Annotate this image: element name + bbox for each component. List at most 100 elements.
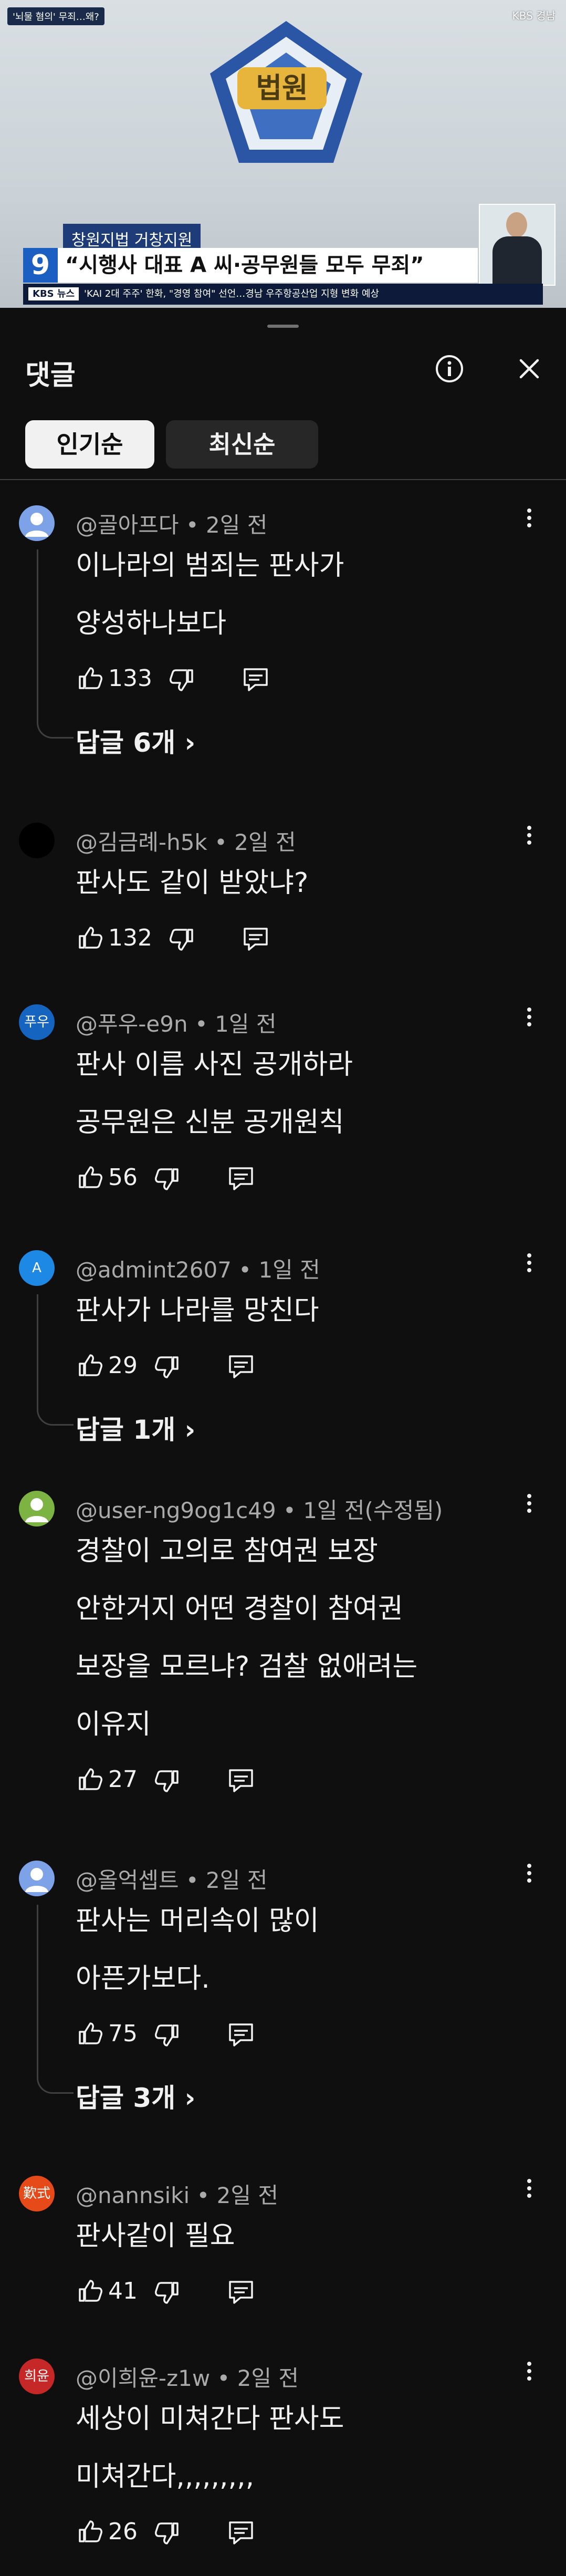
video-topic-badge: '뇌물 혐의' 무죄…왜? xyxy=(7,7,104,25)
thread-connector xyxy=(37,2066,74,2094)
comment-author[interactable]: @올억셉트 xyxy=(76,1867,179,1893)
dislike-icon[interactable] xyxy=(153,1165,182,1193)
like-icon[interactable] xyxy=(76,664,104,692)
comment-time: 2일 전 xyxy=(234,829,296,855)
more-options-icon[interactable] xyxy=(523,823,536,854)
thread-line xyxy=(37,1905,38,2066)
comment-meta: @올억셉트 • 2일 전 xyxy=(76,1863,267,1895)
video-player[interactable]: '뇌물 혐의' 무죄…왜? KBS 경남 법원 창원지법 거창지원 9 “시행사… xyxy=(0,0,566,308)
comment-text-line: 판사는 머리속이 많이 xyxy=(76,1905,319,1937)
comment-text-line: 양성하나보다 xyxy=(76,608,227,639)
dislike-icon[interactable] xyxy=(153,1767,182,1795)
avatar[interactable]: 푸우 xyxy=(19,1004,55,1040)
reply-icon[interactable] xyxy=(227,1766,255,1794)
reply-icon[interactable] xyxy=(242,665,270,693)
news-caption: 창원지법 거창지원 9 “시행사 대표 A 씨·공무원들 모두 무죄” KBS … xyxy=(0,221,566,308)
thread-line xyxy=(37,1294,38,1398)
close-icon[interactable] xyxy=(513,353,545,385)
comment-meta: @admint2607 • 1일 전 xyxy=(76,1252,320,1284)
thread-line xyxy=(37,549,38,711)
comment-text-line: 공무원은 신분 공개원칙 xyxy=(76,1107,344,1138)
like-icon[interactable] xyxy=(76,2517,104,2546)
comment-meta: @김금례-h5k • 2일 전 xyxy=(76,825,296,857)
meta-separator: • xyxy=(207,829,235,855)
like-count: 27 xyxy=(108,1766,138,1793)
reply-icon[interactable] xyxy=(227,2020,255,2049)
comment-text-line: 보장을 모르냐? 검찰 없애려는 xyxy=(76,1651,418,1682)
like-count: 56 xyxy=(108,1164,138,1191)
more-options-icon[interactable] xyxy=(523,1250,536,1282)
like-count: 29 xyxy=(108,1352,138,1379)
like-icon[interactable] xyxy=(76,2019,104,2048)
avatar[interactable] xyxy=(19,505,55,541)
comment-text-line: 판사 이름 사진 공개하라 xyxy=(76,1049,353,1081)
comment-time: 2일 전 xyxy=(237,2365,299,2391)
court-label: 법원 xyxy=(237,67,327,109)
sort-popular-chip[interactable]: 인기순 xyxy=(25,420,154,469)
comment-text-line: 경찰이 고의로 참여권 보장 xyxy=(76,1535,378,1567)
comment-author[interactable]: @푸우-e9n xyxy=(76,1011,188,1037)
like-icon[interactable] xyxy=(76,1163,104,1191)
comments-title: 댓글 xyxy=(25,360,76,391)
view-replies-button[interactable]: 답글 3개 › xyxy=(76,2077,195,2115)
more-options-icon[interactable] xyxy=(523,1491,536,1522)
comment-meta: @이희윤-z1w • 2일 전 xyxy=(76,2361,299,2393)
reply-icon[interactable] xyxy=(242,925,270,953)
ticker-text: 'KAI 2대 주주' 한화, "경영 참여" 선언…경남 우주항공산업 지형 … xyxy=(84,288,379,299)
comment-text-line: 판사같이 필요 xyxy=(76,2220,235,2252)
meta-separator: • xyxy=(276,1498,303,1523)
reply-icon[interactable] xyxy=(227,2278,255,2306)
comment-author[interactable]: @nannsiki xyxy=(76,2183,190,2208)
reply-icon[interactable] xyxy=(227,2518,255,2547)
reply-icon[interactable] xyxy=(227,1164,255,1192)
more-options-icon[interactable] xyxy=(523,2359,536,2390)
comment-time: 2일 전 xyxy=(216,2183,278,2208)
dislike-icon[interactable] xyxy=(168,926,196,954)
comment-actions: 29 xyxy=(76,1351,370,1383)
reply-icon[interactable] xyxy=(227,1352,255,1380)
like-icon[interactable] xyxy=(76,1765,104,1793)
like-icon[interactable] xyxy=(76,1351,104,1379)
more-options-icon[interactable] xyxy=(523,1861,536,1892)
comment-time: 2일 전 xyxy=(206,1867,268,1893)
comment-actions: 75 xyxy=(76,2019,370,2051)
more-options-icon[interactable] xyxy=(523,2176,536,2207)
comment-time: 1일 전(수정됨) xyxy=(303,1498,443,1523)
like-icon[interactable] xyxy=(76,923,104,952)
avatar[interactable] xyxy=(19,823,55,858)
channel-watermark: KBS 경남 xyxy=(512,9,555,22)
comment-time: 1일 전 xyxy=(215,1011,277,1037)
comment-text-line: 이유지 xyxy=(76,1709,151,1740)
avatar[interactable]: 歎式 xyxy=(19,2176,55,2211)
comment-author[interactable]: @골아프다 xyxy=(76,512,179,538)
meta-separator: • xyxy=(210,2365,237,2391)
comment-author[interactable]: @user-ng9og1c49 xyxy=(76,1498,276,1523)
dislike-icon[interactable] xyxy=(153,1353,182,1382)
comment-actions: 41 xyxy=(76,2277,370,2308)
like-count: 132 xyxy=(108,925,152,951)
avatar[interactable]: 희윤 xyxy=(19,2359,55,2394)
dislike-icon[interactable] xyxy=(153,2279,182,2307)
sort-newest-chip[interactable]: 최신순 xyxy=(166,420,318,469)
ticker-label: KBS 뉴스 xyxy=(28,287,79,300)
view-replies-button[interactable]: 답글 1개 › xyxy=(76,1409,195,1447)
comment-author[interactable]: @admint2607 xyxy=(76,1257,232,1283)
comment-time: 1일 전 xyxy=(258,1257,320,1283)
comment-actions: 56 xyxy=(76,1163,370,1194)
more-options-icon[interactable] xyxy=(523,505,536,537)
avatar[interactable] xyxy=(19,1491,55,1526)
dislike-icon[interactable] xyxy=(153,2021,182,2050)
like-icon[interactable] xyxy=(76,2277,104,2305)
view-replies-button[interactable]: 답글 6개 › xyxy=(76,722,195,760)
meta-separator: • xyxy=(190,2183,217,2208)
info-icon[interactable] xyxy=(434,353,465,385)
drag-handle[interactable] xyxy=(267,325,299,328)
dislike-icon[interactable] xyxy=(168,666,196,694)
avatar[interactable]: A xyxy=(19,1250,55,1286)
avatar[interactable] xyxy=(19,1861,55,1896)
dislike-icon[interactable] xyxy=(153,2519,182,2548)
comment-text-line: 아픈가보다. xyxy=(76,1963,210,1995)
comment-author[interactable]: @이희윤-z1w xyxy=(76,2365,210,2391)
more-options-icon[interactable] xyxy=(523,1004,536,1036)
comment-author[interactable]: @김금례-h5k xyxy=(76,829,207,855)
